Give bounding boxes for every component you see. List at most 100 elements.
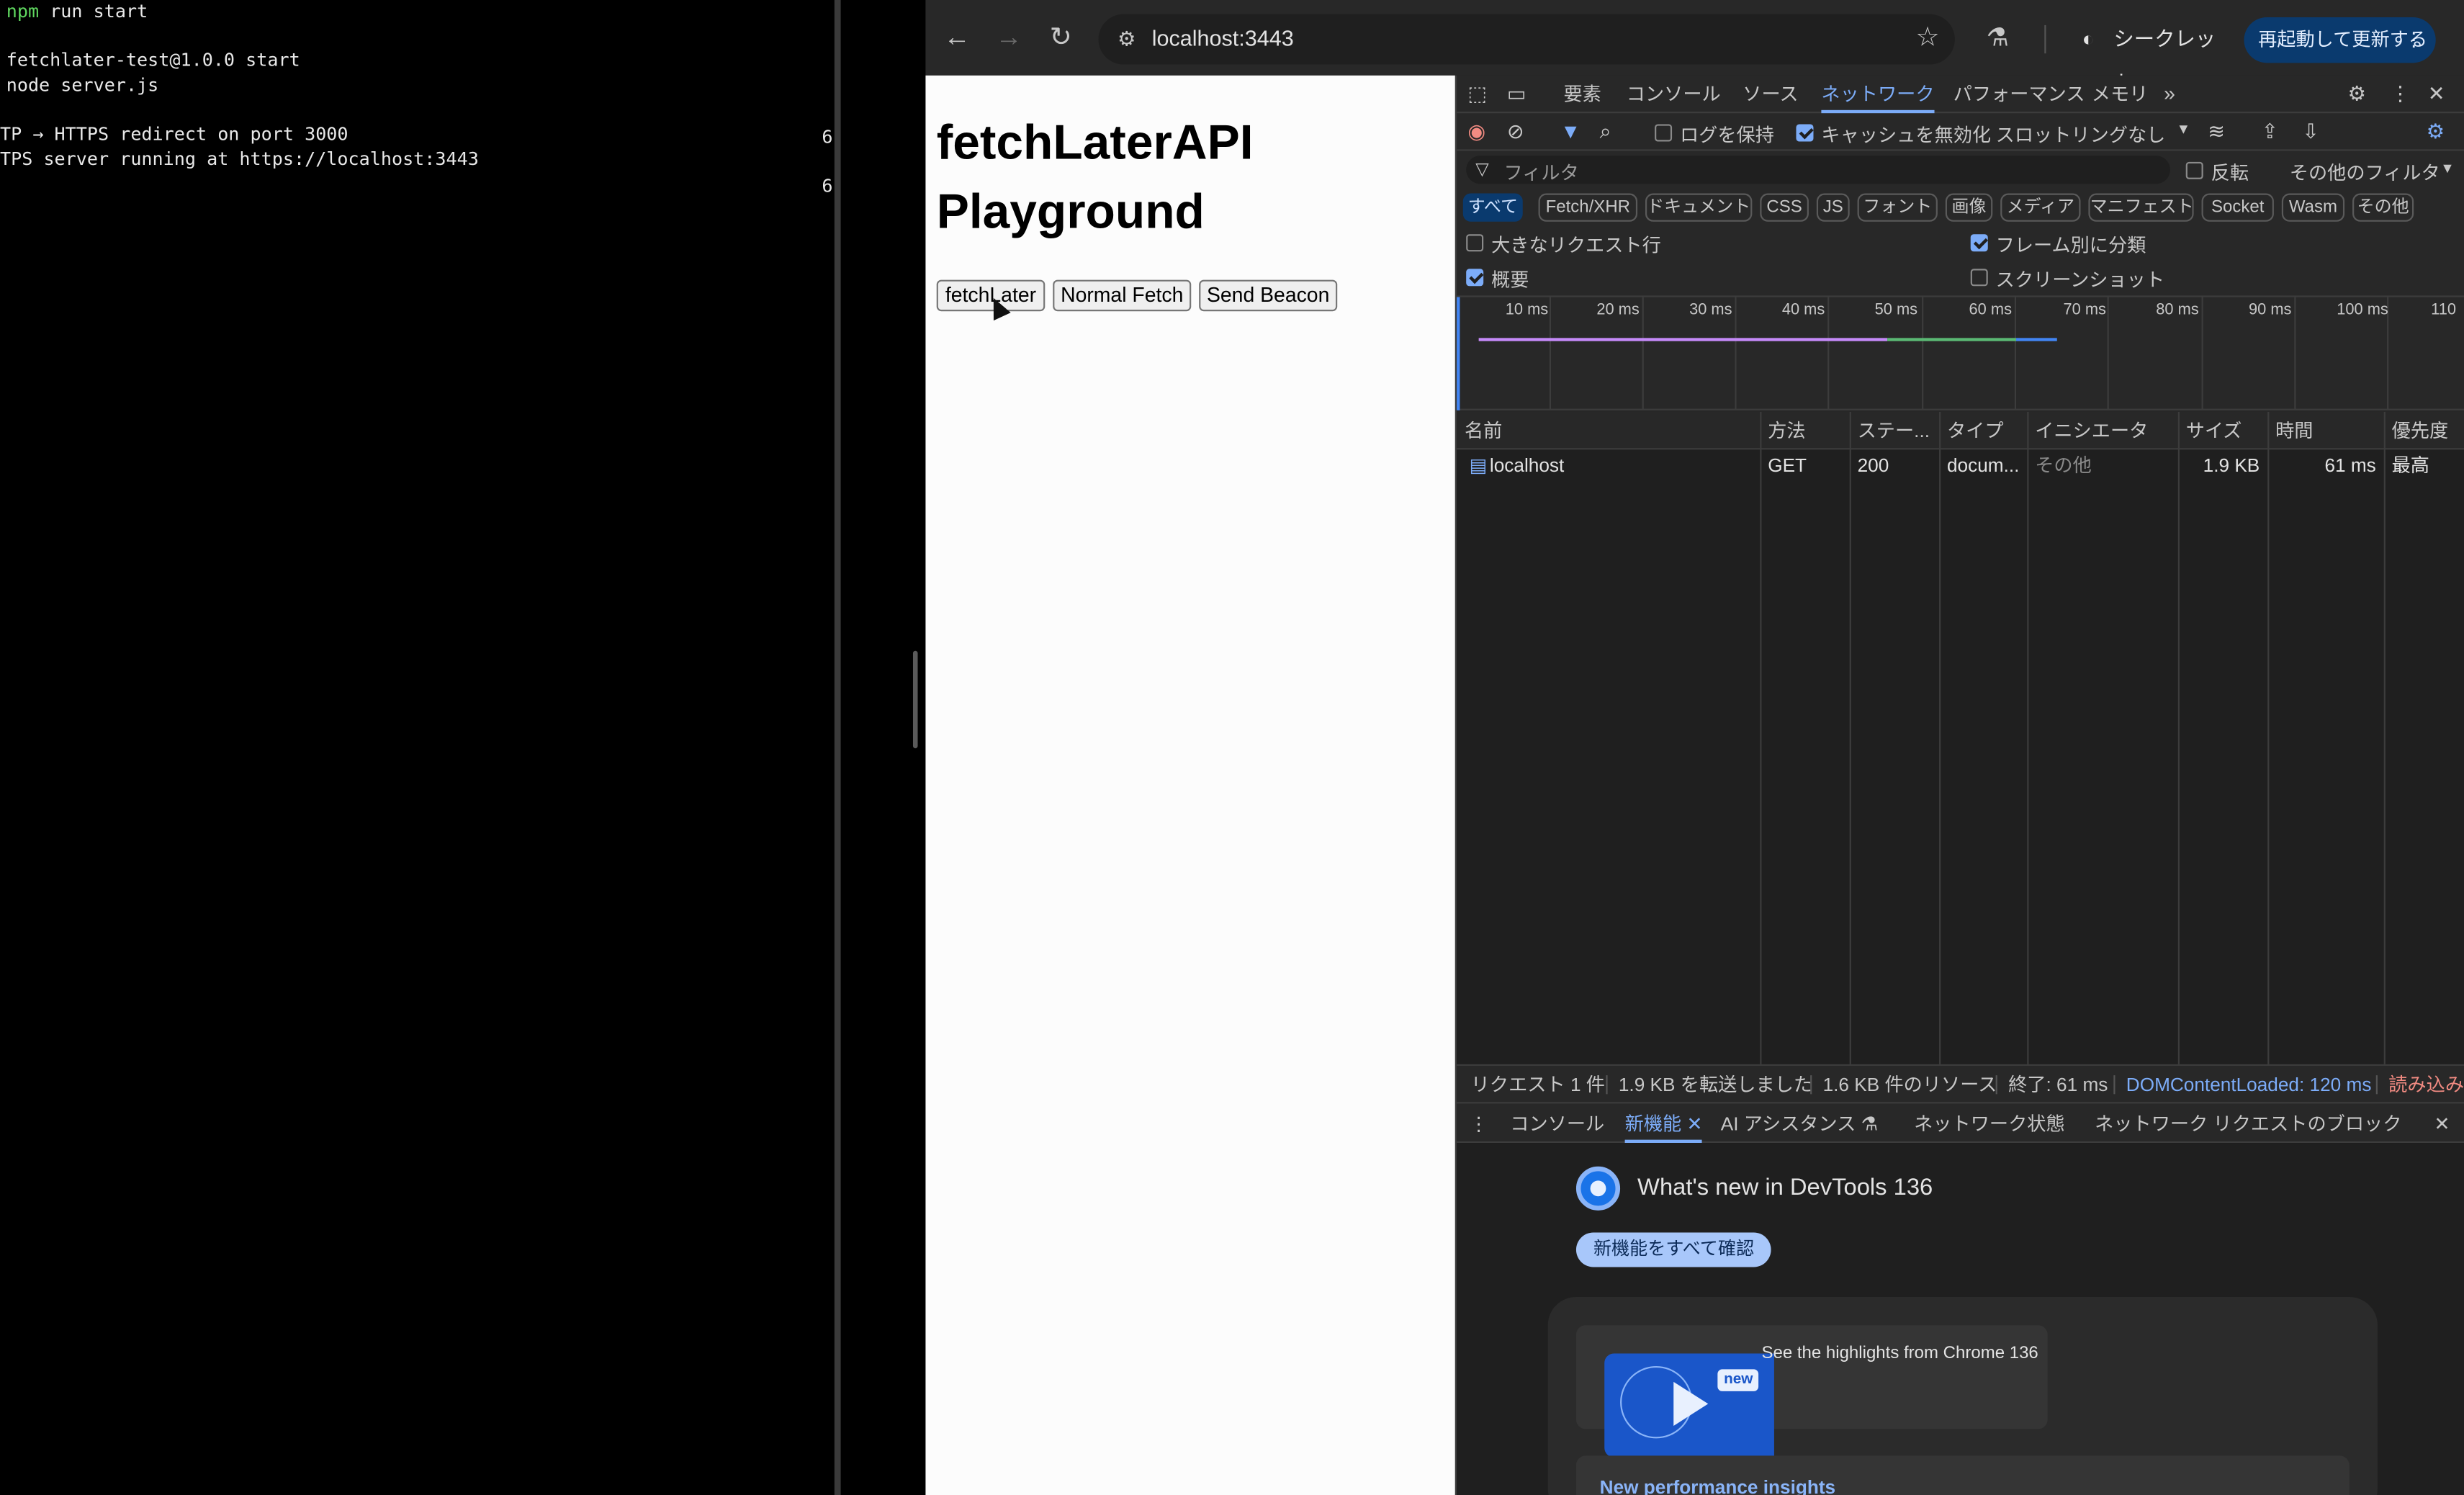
- drawer-tab-network-conditions[interactable]: ネットワーク状態: [1914, 1105, 2065, 1143]
- chip-document[interactable]: ドキュメント: [1645, 193, 1753, 222]
- timeline-overview[interactable]: 10 ms 20 ms 30 ms 40 ms 50 ms 60 ms 70 m…: [1457, 295, 2464, 410]
- incognito-indicator[interactable]: ◐ シークレット: [2067, 17, 2233, 94]
- filter-icon[interactable]: ▼: [1560, 120, 1581, 145]
- filter-placeholder: フィルタ: [1503, 161, 1579, 184]
- large-rows-checkbox[interactable]: [1466, 234, 1484, 252]
- column-header-name[interactable]: 名前: [1457, 412, 1760, 449]
- chip-fetch-xhr[interactable]: Fetch/XHR: [1538, 193, 1638, 222]
- url-text[interactable]: localhost:3443: [1152, 25, 1294, 50]
- bookmark-star-icon[interactable]: ☆: [1915, 22, 1939, 54]
- see-all-features-button[interactable]: 新機能をすべて確認: [1575, 1232, 1772, 1267]
- column-header-size[interactable]: サイズ: [2178, 412, 2267, 449]
- filter-input[interactable]: ▽ フィルタ: [1466, 156, 2170, 184]
- chip-css[interactable]: CSS: [1760, 193, 1809, 222]
- resize-handle[interactable]: [912, 650, 918, 749]
- drawer-tab-request-blocking[interactable]: ネットワーク リクエストのブロック: [2095, 1105, 2401, 1143]
- column-header-type[interactable]: タイプ: [1939, 412, 2027, 449]
- disable-cache-checkbox[interactable]: [1796, 124, 1814, 142]
- status-load: 読み込み: [2388, 1073, 2464, 1096]
- kebab-menu-icon[interactable]: ⋮: [2390, 82, 2410, 107]
- inspect-element-icon[interactable]: ⬚: [1467, 82, 1487, 107]
- chip-font[interactable]: フォント: [1857, 193, 1938, 222]
- new-badge: new: [1717, 1369, 1760, 1391]
- status-dom-content-loaded: DOMContentLoaded: 120 ms: [2126, 1073, 2372, 1096]
- column-header-priority[interactable]: 優先度: [2384, 412, 2464, 449]
- chevron-down-icon[interactable]: ▼: [2440, 161, 2454, 176]
- feature-item[interactable]: New performance insights: [1575, 1455, 2350, 1495]
- whats-new-panel: What's new in DevTools 136 新機能をすべて確認 new…: [1457, 1143, 2464, 1495]
- drawer-tab-ai-assistance[interactable]: AI アシスタンス ⚗: [1721, 1105, 1878, 1143]
- invert-checkbox[interactable]: [2185, 161, 2203, 179]
- tab-network[interactable]: ネットワーク: [1821, 76, 1935, 114]
- network-toolbar: ◉ ⊘ ▼ ⌕ ログを保持 キャッシュを無効化 スロットリングなし ▼ ≋ ⇪ …: [1457, 113, 2464, 151]
- chevron-down-icon[interactable]: ▼: [2177, 121, 2190, 137]
- tab-memory[interactable]: メモリ: [2092, 76, 2149, 113]
- video-highlight-item[interactable]: new See the highlights from Chrome 136: [1575, 1325, 2048, 1458]
- overview-checkbox[interactable]: [1466, 269, 1484, 287]
- forward-arrow-icon[interactable]: →: [992, 20, 1026, 55]
- terminal-line: TP → HTTPS redirect on port 3000: [0, 122, 349, 145]
- drawer-menu-icon[interactable]: ⋮: [1470, 1105, 1488, 1143]
- column-divider[interactable]: [2383, 411, 2386, 1077]
- relaunch-update-button[interactable]: 再起動して更新する ⋮: [2244, 17, 2436, 63]
- column-divider[interactable]: [1849, 411, 1851, 1077]
- record-stop-icon[interactable]: ◉: [1467, 120, 1485, 145]
- close-icon[interactable]: ✕: [1686, 1113, 1702, 1136]
- screenshots-checkbox[interactable]: [1970, 269, 1988, 287]
- column-divider[interactable]: [1939, 411, 1941, 1077]
- address-bar[interactable]: ⚙ localhost:3443 ☆: [1098, 14, 1955, 65]
- more-tabs-icon[interactable]: »: [2164, 82, 2175, 107]
- column-header-time[interactable]: 時間: [2267, 412, 2383, 449]
- column-divider[interactable]: [2027, 411, 2029, 1077]
- device-toolbar-icon[interactable]: ▭: [1507, 82, 1526, 107]
- network-conditions-icon[interactable]: ≋: [2208, 120, 2225, 145]
- row-size: 1.9 KB: [2203, 454, 2260, 477]
- tab-sources[interactable]: ソース: [1743, 76, 1798, 113]
- column-divider[interactable]: [1760, 411, 1762, 1077]
- group-by-frame-checkbox[interactable]: [1970, 234, 1988, 252]
- close-icon[interactable]: ✕: [2428, 82, 2445, 107]
- chip-manifest[interactable]: マニフェスト: [2088, 193, 2194, 222]
- chip-media[interactable]: メディア: [2000, 193, 2081, 222]
- requests-table: 名前 方法 ステー... タイプ イニシエータ サイズ 時間 優先度 ▤ loc…: [1457, 411, 2464, 1077]
- tab-performance[interactable]: パフォーマンス: [1953, 76, 2085, 113]
- request-download-bar: [1887, 338, 2017, 341]
- back-arrow-icon[interactable]: ←: [940, 20, 974, 55]
- column-header-status[interactable]: ステー...: [1850, 412, 1939, 449]
- column-divider[interactable]: [2267, 411, 2270, 1077]
- labs-flask-icon[interactable]: ⚗: [1987, 22, 2009, 54]
- terminal-pane[interactable]: npm run start fetchlater-test@1.0.0 star…: [0, 0, 835, 1495]
- clear-icon[interactable]: ⊘: [1507, 120, 1524, 145]
- chip-all[interactable]: すべて: [1462, 193, 1523, 222]
- tab-console[interactable]: コンソール: [1627, 76, 1721, 113]
- chip-image[interactable]: 画像: [1945, 193, 1993, 222]
- kebab-menu-icon[interactable]: ⋮: [2404, 17, 2423, 63]
- search-icon[interactable]: ⌕: [1600, 120, 1611, 145]
- page-viewport: fetchLaterAPI Playground fetchLater Norm…: [925, 75, 1455, 1495]
- more-filters-dropdown[interactable]: その他のフィルタ: [2290, 158, 2440, 185]
- column-header-method[interactable]: 方法: [1760, 412, 1849, 449]
- upload-icon[interactable]: ⇪: [2261, 120, 2278, 145]
- chip-socket[interactable]: Socket: [2201, 193, 2274, 222]
- download-icon[interactable]: ⇩: [2302, 120, 2319, 145]
- network-settings-gear-icon[interactable]: ⚙: [2427, 120, 2445, 145]
- row-type: docum...: [1946, 454, 2020, 477]
- chip-js[interactable]: JS: [1816, 193, 1850, 222]
- close-icon[interactable]: ✕: [2434, 1105, 2450, 1143]
- drawer-tab-console[interactable]: コンソール: [1510, 1105, 1604, 1143]
- normal-fetch-button[interactable]: Normal Fetch: [1053, 279, 1192, 312]
- throttling-select[interactable]: スロットリングなし: [1996, 121, 2166, 148]
- chip-wasm[interactable]: Wasm: [2281, 193, 2345, 222]
- gear-icon[interactable]: ⚙: [2348, 82, 2366, 107]
- send-beacon-button[interactable]: Send Beacon: [1199, 279, 1338, 312]
- drawer-tab-whats-new[interactable]: 新機能 ✕: [1624, 1105, 1703, 1144]
- site-settings-icon[interactable]: ⚙: [1110, 24, 1144, 55]
- preserve-log-checkbox[interactable]: [1655, 124, 1673, 142]
- column-divider[interactable]: [2177, 411, 2180, 1077]
- column-header-initiator[interactable]: イニシエータ: [2027, 412, 2178, 449]
- tab-elements[interactable]: 要素: [1563, 76, 1601, 113]
- pane-divider[interactable]: [834, 0, 841, 1495]
- reload-icon[interactable]: ↻: [1043, 20, 1078, 55]
- row-name[interactable]: localhost: [1482, 449, 1760, 481]
- chip-other[interactable]: その他: [2352, 193, 2414, 222]
